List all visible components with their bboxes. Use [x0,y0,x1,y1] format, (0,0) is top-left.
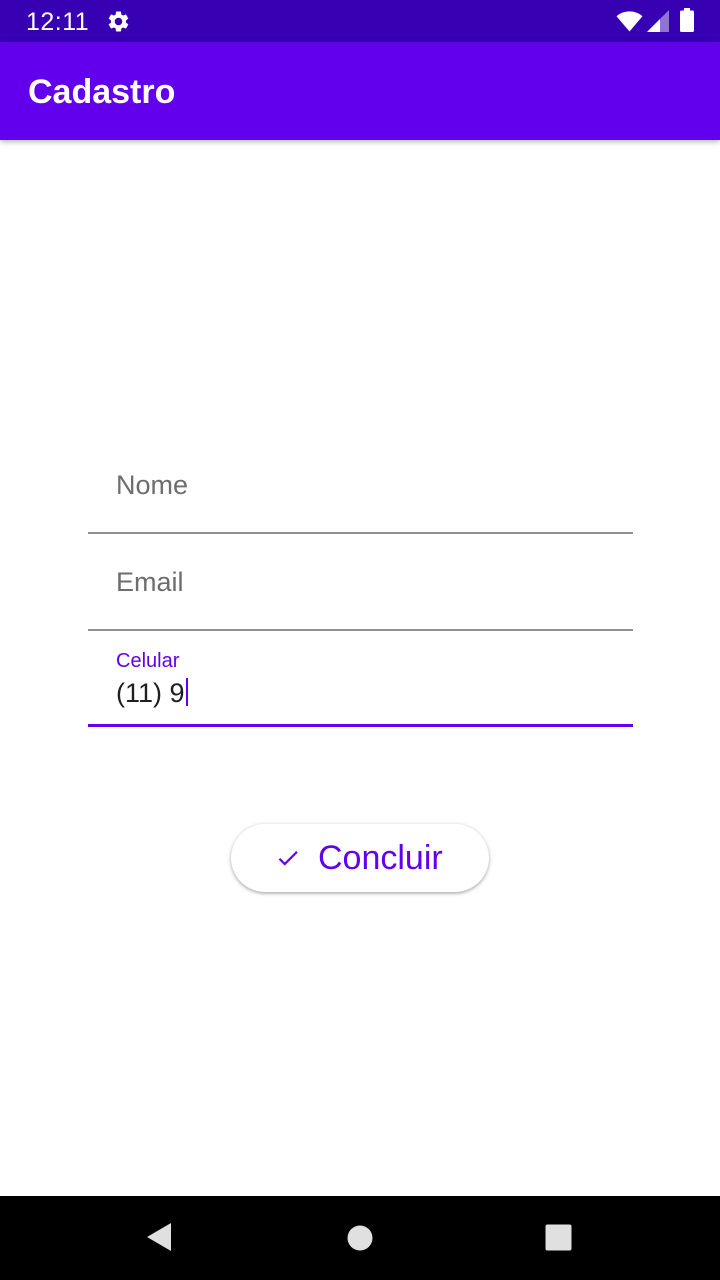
nome-placeholder: Nome [116,470,189,500]
email-underline [88,629,633,631]
celular-label: Celular [116,650,180,672]
celular-underline [88,724,633,727]
recent-apps-icon[interactable] [545,1224,572,1251]
concluir-button-label: Concluir [318,839,443,877]
text-cursor [185,678,188,706]
status-time: 12:11 [26,8,90,36]
email-field[interactable]: Email [88,557,633,632]
email-placeholder: Email [116,567,184,597]
app-bar: Cadastro [0,42,720,140]
celular-input-value: (11) 9 [116,677,188,709]
battery-icon [680,8,694,32]
concluir-button[interactable]: Concluir [231,824,489,892]
signal-icon [647,10,669,32]
status-bar: 12:11 [0,0,720,42]
check-icon [278,851,298,866]
wifi-icon [616,11,643,32]
page-title: Cadastro [28,73,176,111]
home-icon[interactable] [347,1225,373,1251]
celular-field[interactable]: Celular (11) 9 [88,646,633,729]
gear-icon [108,11,129,32]
nome-field[interactable]: Nome [88,460,633,535]
navigation-bar [0,1196,720,1280]
nome-underline [88,532,633,534]
back-icon[interactable] [146,1222,172,1252]
